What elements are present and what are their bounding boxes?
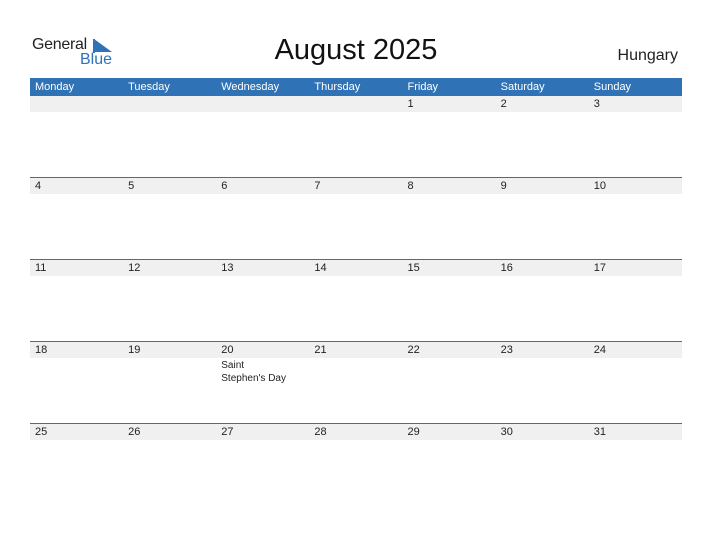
day-events — [123, 276, 216, 277]
day-number: 12 — [128, 262, 141, 274]
week-row: 11 12 13 14 15 16 17 — [30, 259, 682, 341]
weekday-friday: Friday — [407, 81, 439, 93]
day-number: 28 — [314, 426, 327, 438]
day-number: 18 — [35, 344, 48, 356]
day-number: 3 — [593, 98, 600, 110]
calendar-title: August 2025 — [274, 34, 438, 66]
day-number: 5 — [128, 180, 135, 192]
day-events — [589, 112, 682, 113]
day-events — [30, 440, 123, 441]
day-events — [403, 194, 496, 195]
weekday-monday: Monday — [35, 81, 75, 93]
day-number: 9 — [500, 180, 507, 192]
day-number — [309, 96, 402, 112]
day-number: 14 — [314, 262, 327, 274]
date-strip: 25 26 27 28 29 30 31 — [30, 424, 682, 440]
events-row — [30, 112, 682, 113]
day-number — [216, 96, 309, 112]
day-number: 24 — [593, 344, 606, 356]
day-number: 29 — [407, 426, 420, 438]
day-number: 31 — [593, 426, 606, 438]
day-number: 11 — [35, 262, 47, 274]
day-number: 8 — [407, 180, 414, 192]
day-number: 20 — [221, 344, 234, 356]
date-strip: 11 12 13 14 15 16 17 — [30, 260, 682, 276]
day-events — [309, 112, 402, 113]
day-number: 6 — [221, 180, 228, 192]
day-events — [30, 194, 123, 195]
day-number: 7 — [314, 180, 321, 192]
day-events — [589, 440, 682, 441]
day-number — [123, 96, 216, 112]
day-number: 1 — [407, 98, 414, 110]
day-events — [123, 194, 216, 195]
day-events — [309, 358, 402, 385]
week-row: 4 5 6 7 8 9 10 — [30, 177, 682, 259]
day-number: 13 — [221, 262, 234, 274]
weekday-thursday: Thursday — [314, 81, 361, 93]
day-number: 23 — [500, 344, 513, 356]
week-row: 25 26 27 28 29 30 31 — [30, 423, 682, 505]
day-number: 10 — [593, 180, 606, 192]
day-events — [123, 440, 216, 441]
day-events — [496, 440, 589, 441]
day-events — [123, 358, 216, 385]
day-number: 16 — [500, 262, 513, 274]
day-events — [216, 112, 309, 113]
day-number: 21 — [314, 344, 327, 356]
day-events — [30, 276, 123, 277]
day-events — [309, 194, 402, 195]
day-events — [496, 194, 589, 195]
holiday-label: Saint Stephen's Day — [221, 360, 286, 384]
day-events — [309, 440, 402, 441]
day-events — [403, 112, 496, 113]
day-events — [216, 194, 309, 195]
day-number: 17 — [593, 262, 606, 274]
day-number — [30, 96, 123, 112]
day-number: 27 — [221, 426, 234, 438]
week-row: 1 2 3 — [30, 96, 682, 177]
day-number: 30 — [500, 426, 513, 438]
day-number: 25 — [35, 426, 48, 438]
day-events — [216, 440, 309, 441]
events-row — [30, 276, 682, 277]
day-events — [30, 112, 123, 113]
day-events — [403, 276, 496, 277]
date-strip: 4 5 6 7 8 9 10 — [30, 178, 682, 194]
day-events — [496, 358, 589, 385]
weekday-saturday: Saturday — [500, 81, 545, 93]
day-number: 22 — [407, 344, 420, 356]
events-row — [30, 194, 682, 195]
country-label: Hungary — [617, 47, 678, 64]
day-events — [309, 276, 402, 277]
day-number: 26 — [128, 426, 141, 438]
day-number: 2 — [500, 98, 507, 110]
date-strip: 18 19 20 21 22 23 24 — [30, 342, 682, 358]
day-events — [123, 112, 216, 113]
weekday-header: Monday Tuesday Wednesday Thursday Friday Satu… — [30, 78, 682, 96]
day-number: 15 — [407, 262, 420, 274]
day-events — [496, 112, 589, 113]
day-number: 4 — [35, 180, 42, 192]
week-row: 18 19 20 21 22 23 24 Saint Stephen's Day — [30, 341, 682, 423]
weekday-wednesday: Wednesday — [221, 81, 280, 93]
day-events — [216, 276, 309, 277]
date-strip: 1 2 3 — [30, 96, 682, 112]
day-events — [589, 358, 682, 385]
weekday-sunday: Sunday — [593, 81, 632, 93]
weekday-tuesday: Tuesday — [128, 81, 170, 93]
day-number: 19 — [128, 344, 141, 356]
day-events — [589, 276, 682, 277]
day-events — [403, 440, 496, 441]
day-events — [403, 358, 496, 385]
events-row — [30, 440, 682, 441]
events-row: Saint Stephen's Day — [30, 358, 682, 385]
day-events — [30, 358, 123, 385]
day-events — [496, 276, 589, 277]
calendar-grid: Monday Tuesday Wednesday Thursday Friday Satu… — [30, 78, 682, 505]
day-events — [589, 194, 682, 195]
